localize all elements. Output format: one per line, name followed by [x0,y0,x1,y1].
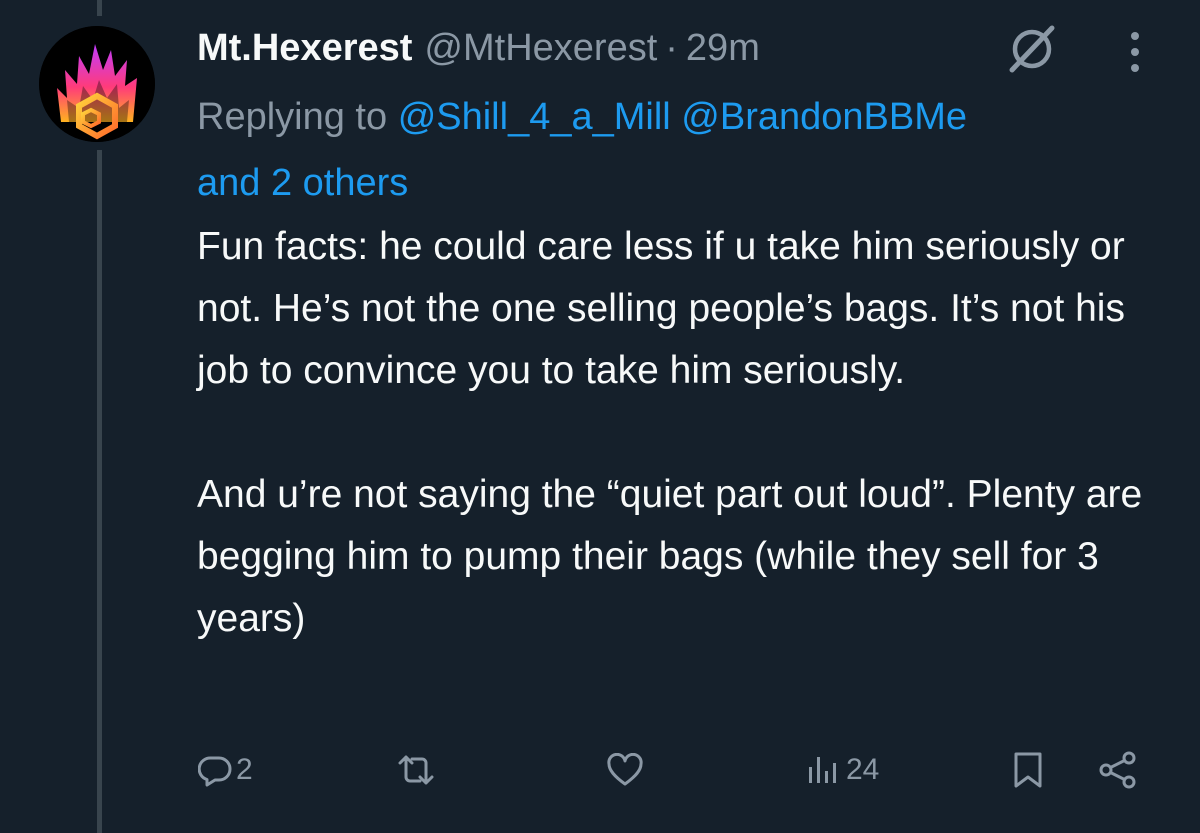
like-button[interactable] [606,740,648,800]
thread-line [97,150,102,833]
bookmark-button[interactable] [1012,740,1044,800]
avatar[interactable] [39,26,155,142]
bookmark-icon [1014,752,1042,788]
share-button[interactable] [1096,740,1140,800]
reply-button[interactable]: 2 [198,740,253,800]
tweet-header: Mt.Hexerest @MtHexerest · 29m [197,20,760,76]
mention-link[interactable]: @Shill_4_a_Mill [398,96,671,138]
tweet-paragraph: Fun facts: he could care less if u take … [197,225,1125,392]
grok-icon[interactable] [1004,24,1060,74]
views-count: 24 [846,753,880,786]
reply-icon [198,756,232,787]
user-handle[interactable]: @MtHexerest [424,27,657,70]
mention-link[interactable]: @BrandonBBMe [681,96,967,138]
and-others-link[interactable]: and 2 others [197,162,408,204]
replying-to: Replying to @Shill_4_a_Mill @BrandonBBMe… [197,84,1157,216]
share-icon [1099,751,1136,789]
views-icon [809,757,836,783]
thread-line-top [97,0,102,16]
more-vertical-icon[interactable] [1125,30,1145,74]
display-name[interactable]: Mt.Hexerest [197,27,412,70]
reply-count: 2 [236,753,253,786]
hex-flame-logo-icon [39,26,155,142]
action-bar: 2 24 [0,740,1200,800]
replying-to-label: Replying to [197,96,388,138]
heart-icon [607,753,643,786]
separator-dot: · [665,26,678,69]
tweet-text: Fun facts: he could care less if u take … [197,216,1177,650]
views-button[interactable]: 24 [806,740,879,800]
tweet-paragraph: And u’re not saying the “quiet part out … [197,473,1143,640]
timestamp[interactable]: 29m [686,27,760,70]
retweet-button[interactable] [396,740,440,800]
retweet-icon [398,755,434,785]
